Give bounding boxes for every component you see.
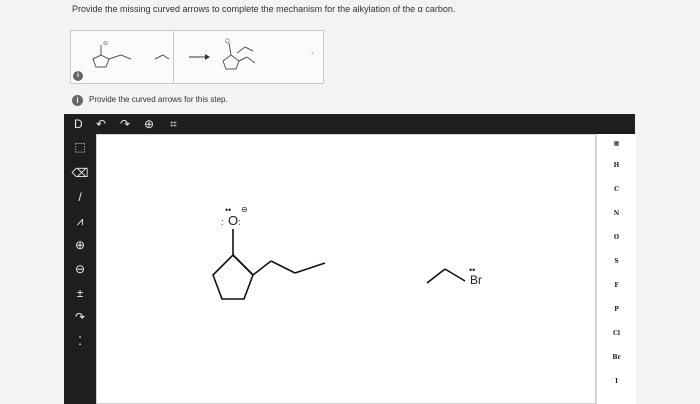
bromine-lone-pairs: •• xyxy=(469,265,476,275)
select-tool-icon[interactable]: ⬚ xyxy=(70,140,90,154)
template-icon[interactable]: ⌗ xyxy=(170,116,177,132)
side-chain-bond-2 xyxy=(270,260,296,274)
element-c-button[interactable]: C xyxy=(597,186,636,193)
thumbnail-structures: ⊖ O + xyxy=(92,39,314,70)
element-cl-button[interactable]: Cl xyxy=(597,330,636,337)
top-toolbar: D ↶ ↷ ⊕ ⌗ xyxy=(64,114,635,134)
element-f-button[interactable]: F xyxy=(597,282,636,289)
stereo-icon[interactable]: ± xyxy=(70,286,90,300)
lone-pair-icon[interactable]: ⁚ xyxy=(70,334,90,348)
bromine-atom-label: Br xyxy=(470,273,482,287)
etbr-bond-1 xyxy=(426,268,446,284)
element-h-button[interactable]: H xyxy=(597,162,636,169)
negative-charge-icon[interactable]: ⊖ xyxy=(70,262,90,276)
question-text: Provide the missing curved arrows to com… xyxy=(72,4,456,14)
undo-icon[interactable]: ↶ xyxy=(96,116,106,132)
step-info-icon[interactable]: i xyxy=(72,95,83,106)
element-i-button[interactable]: I xyxy=(597,378,636,385)
redo-icon[interactable]: ↷ xyxy=(120,116,130,132)
element-p-button[interactable]: P xyxy=(597,306,636,313)
bond-tool-icon[interactable]: / xyxy=(70,190,90,204)
double-bond-inner xyxy=(237,259,252,274)
left-toolbar: ⬚ ⌫ / ⩘ ⊕ ⊖ ± ↷ ⁚ xyxy=(64,134,96,404)
drawing-canvas[interactable]: O •• : : ⊖ Br •• xyxy=(96,134,596,404)
svg-text:O: O xyxy=(225,39,230,45)
oxygen-charge-icon: ⊖ xyxy=(241,205,248,214)
element-s-button[interactable]: S xyxy=(597,258,636,265)
element-br-button[interactable]: Br xyxy=(597,354,636,361)
oxygen-atom-label: O xyxy=(228,213,239,228)
thumbnail-divider xyxy=(173,31,174,83)
side-chain-bond-1 xyxy=(252,260,272,276)
element-toolbar: ▦ H C N O S F P Cl Br I xyxy=(596,134,636,404)
mechanism-thumbnail[interactable]: ⊖ O + i xyxy=(70,30,324,84)
side-chain-bond-3 xyxy=(294,262,326,274)
thumbnail-info-icon[interactable]: i xyxy=(73,71,83,81)
canvas-structures xyxy=(212,229,466,300)
positive-charge-icon[interactable]: ⊕ xyxy=(70,238,90,252)
curved-arrow-icon[interactable]: ↷ xyxy=(70,310,90,324)
step-instruction: Provide the curved arrows for this step. xyxy=(89,95,228,104)
oxygen-lone-pairs-top: •• xyxy=(225,205,232,215)
etbr-bond-2 xyxy=(444,268,466,282)
oxygen-lone-pair-left: : xyxy=(221,217,224,227)
element-n-button[interactable]: N xyxy=(597,210,636,217)
oxygen-lone-pair-right: : xyxy=(238,217,241,227)
cyclopentene-ring xyxy=(212,253,254,300)
zoom-icon[interactable]: ⊕ xyxy=(144,116,154,132)
element-o-button[interactable]: O xyxy=(597,234,636,241)
svg-text:⊖: ⊖ xyxy=(103,41,108,47)
eraser-icon[interactable]: ⌫ xyxy=(70,166,90,180)
periodic-table-icon[interactable]: ▦ xyxy=(597,140,636,147)
file-icon[interactable]: D xyxy=(74,116,83,132)
chain-tool-icon[interactable]: ⩘ xyxy=(70,214,90,229)
svg-text:+: + xyxy=(311,51,314,57)
